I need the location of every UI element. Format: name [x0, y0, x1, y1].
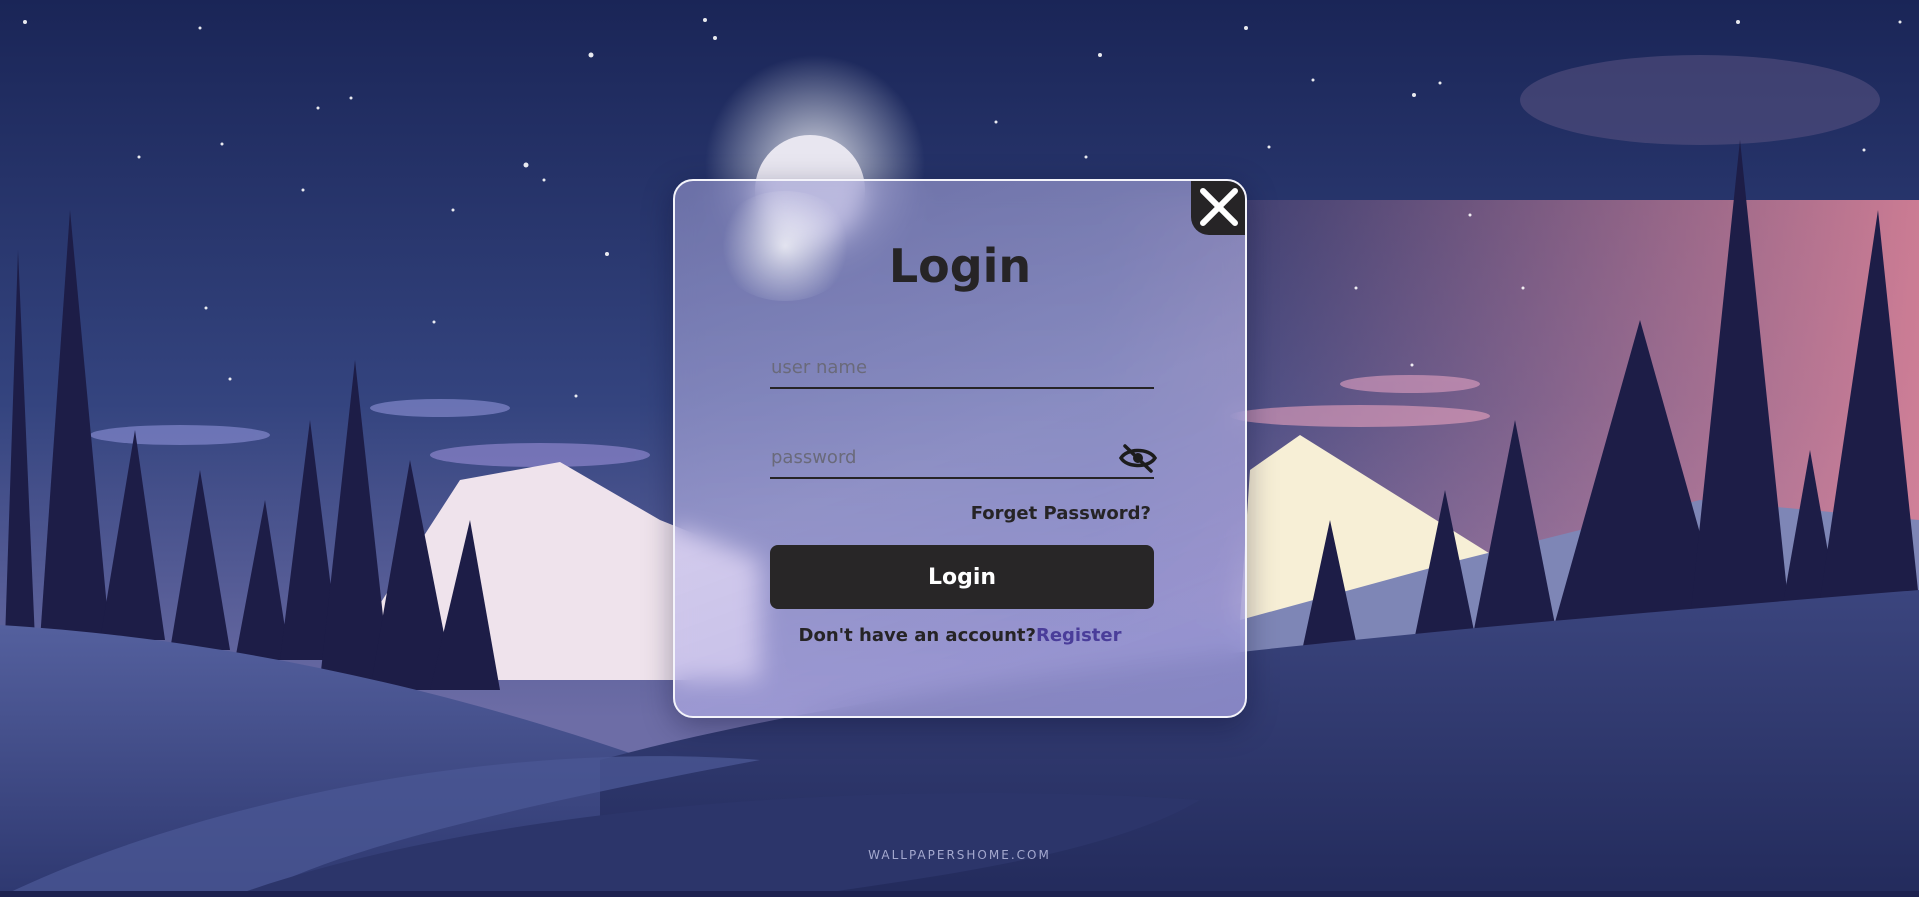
register-prompt: Don't have an account?Register	[675, 625, 1245, 646]
no-account-text: Don't have an account?	[798, 625, 1036, 646]
login-title: Login	[888, 239, 1032, 293]
close-icon	[1200, 188, 1238, 226]
login-button[interactable]: Login	[770, 545, 1154, 609]
close-button[interactable]	[1191, 181, 1245, 235]
username-field-wrapper	[770, 347, 1155, 389]
password-field-wrapper	[770, 437, 1158, 479]
forget-password-link[interactable]: Forget Password?	[971, 503, 1151, 524]
password-input[interactable]	[770, 437, 1155, 477]
username-input[interactable]	[770, 347, 1155, 387]
eye-slash-icon[interactable]	[1118, 443, 1158, 473]
register-link[interactable]: Register	[1036, 625, 1122, 646]
wallpaper-watermark: WALLPAPERSHOME.COM	[868, 848, 1051, 862]
login-modal: Login Forget Password? Login Don't have …	[673, 179, 1247, 718]
